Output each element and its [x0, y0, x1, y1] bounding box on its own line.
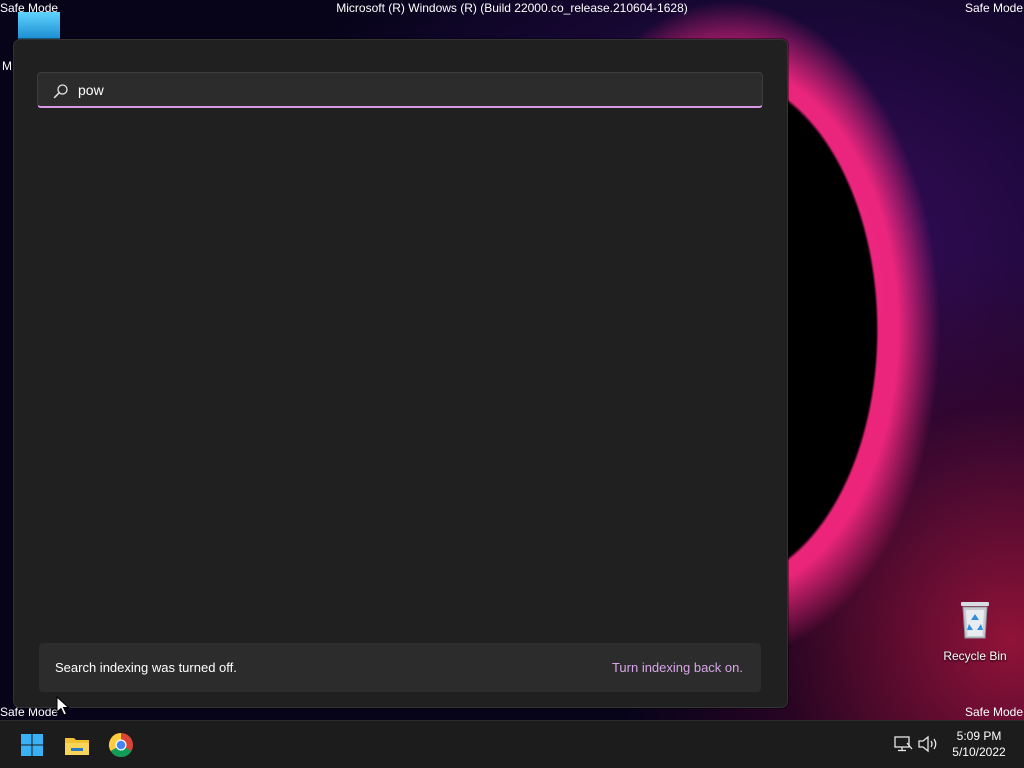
search-box[interactable] — [37, 72, 763, 108]
taskbar-clock[interactable]: 5:09 PM 5/10/2022 — [944, 728, 1014, 760]
search-input[interactable] — [78, 73, 738, 107]
recycle-bin-icon — [961, 602, 989, 639]
search-icon — [53, 84, 68, 99]
desktop-icon-partial[interactable] — [18, 12, 60, 40]
recycle-bin[interactable]: Recycle Bin — [940, 596, 1010, 663]
clock-date: 5/10/2022 — [952, 745, 1006, 759]
clock-time: 5:09 PM — [956, 729, 1002, 743]
windows-start-icon — [21, 734, 43, 756]
safe-mode-label-bottom-right: Safe Mode — [964, 705, 1023, 719]
start-button[interactable] — [16, 729, 48, 761]
file-explorer-button[interactable] — [61, 729, 93, 761]
indexing-message: Search indexing was turned off. — [55, 660, 237, 675]
desktop-icon-label-partial: M — [2, 59, 12, 73]
chrome-button[interactable] — [105, 729, 137, 761]
mouse-pointer-icon — [56, 696, 70, 716]
build-watermark: Microsoft (R) Windows (R) (Build 22000.c… — [336, 1, 688, 15]
search-panel: Search indexing was turned off. Turn ind… — [13, 39, 788, 708]
volume-icon[interactable] — [917, 735, 939, 753]
chrome-icon — [108, 733, 133, 758]
indexing-notice: Search indexing was turned off. Turn ind… — [39, 643, 761, 692]
recycle-bin-label: Recycle Bin — [943, 649, 1007, 663]
taskbar: 5:09 PM 5/10/2022 — [0, 720, 1024, 768]
file-explorer-icon — [65, 738, 89, 755]
safe-mode-label-top-right: Safe Mode — [964, 1, 1023, 15]
turn-indexing-on-link[interactable]: Turn indexing back on. — [612, 660, 743, 675]
network-icon[interactable] — [893, 735, 913, 753]
